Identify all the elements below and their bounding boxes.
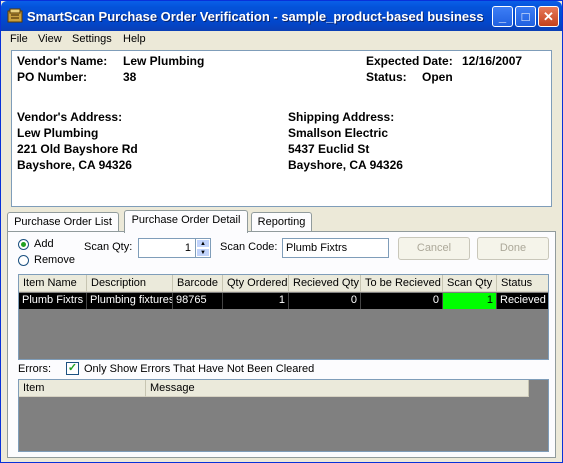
errors-grid[interactable]: Item Message xyxy=(18,379,549,452)
remove-radio-label[interactable]: Remove xyxy=(34,254,75,266)
add-radio-label[interactable]: Add xyxy=(34,238,54,250)
maximize-button[interactable]: □ xyxy=(515,6,536,27)
vendor-address-line: Lew Plumbing xyxy=(17,126,99,140)
radio-selected-dot xyxy=(21,242,26,247)
table-cell[interactable]: 1 xyxy=(223,293,289,309)
menu-help[interactable]: Help xyxy=(123,33,146,45)
column-header[interactable]: Scan Qty xyxy=(443,275,497,292)
column-header[interactable]: Barcode xyxy=(173,275,223,292)
menu-view[interactable]: View xyxy=(38,33,62,45)
table-cell-scan-qty[interactable]: 1 xyxy=(443,293,497,309)
expected-date-value: 12/16/2007 xyxy=(462,54,523,68)
vendor-address-label: Vendor's Address: xyxy=(17,110,123,124)
shipping-address-line: Smallson Electric xyxy=(288,126,389,140)
cancel-button[interactable]: Cancel xyxy=(398,237,470,260)
shipping-address-line: Bayshore, CA 94326 xyxy=(288,158,403,172)
detail-panel: Add Remove Scan Qty: 1 ▲ ▼ Scan Code: Pl… xyxy=(7,231,556,458)
tab-purchase-order-detail[interactable]: Purchase Order Detail xyxy=(124,210,248,233)
column-header[interactable]: Message xyxy=(146,380,529,397)
status-label: Status: xyxy=(366,70,407,84)
table-cell[interactable]: Plumbing fixtures xyxy=(87,293,173,309)
shipping-address-line: 5437 Euclid St xyxy=(288,142,370,156)
vendor-address-line: Bayshore, CA 94326 xyxy=(17,158,132,172)
column-header[interactable]: Item Name xyxy=(19,275,87,292)
table-cell[interactable]: 0 xyxy=(361,293,443,309)
scan-qty-spinner[interactable]: ▲ ▼ xyxy=(195,239,210,257)
window-title: SmartScan Purchase Order Verification - … xyxy=(27,9,484,24)
items-grid[interactable]: Item Name Description Barcode Qty Ordere… xyxy=(18,274,549,360)
column-header[interactable]: To be Recieved xyxy=(361,275,443,292)
menu-file[interactable]: File xyxy=(10,33,28,45)
remove-radio[interactable] xyxy=(18,255,29,266)
tab-reporting[interactable]: Reporting xyxy=(251,212,312,232)
expected-date-label: Expected Date: xyxy=(366,54,453,68)
app-window: SmartScan Purchase Order Verification - … xyxy=(0,0,563,463)
order-info-panel: Vendor's Name: Lew Plumbing PO Number: 3… xyxy=(11,50,552,207)
minimize-button[interactable]: _ xyxy=(492,6,513,27)
scan-code-label: Scan Code: xyxy=(220,241,278,253)
spin-up-icon[interactable]: ▲ xyxy=(196,239,210,248)
shipping-address-label: Shipping Address: xyxy=(288,110,395,124)
add-radio[interactable] xyxy=(18,239,29,250)
column-header[interactable]: Status xyxy=(497,275,548,292)
column-header[interactable]: Description xyxy=(87,275,173,292)
tab-purchase-order-list[interactable]: Purchase Order List xyxy=(7,212,119,232)
po-number-value: 38 xyxy=(123,70,137,84)
menu-settings[interactable]: Settings xyxy=(72,33,112,45)
errors-label: Errors: xyxy=(18,363,51,375)
column-header[interactable]: Item xyxy=(19,380,146,397)
app-icon xyxy=(7,8,23,23)
errors-filter-checkbox[interactable]: ✓ xyxy=(66,362,79,375)
vendor-name-value: Lew Plumbing xyxy=(123,54,205,68)
scan-qty-label: Scan Qty: xyxy=(84,241,133,253)
spin-down-icon[interactable]: ▼ xyxy=(196,248,210,257)
po-number-label: PO Number: xyxy=(17,70,88,84)
column-header[interactable]: Qty Ordered xyxy=(223,275,289,292)
table-cell[interactable]: 0 xyxy=(289,293,361,309)
vendor-address-line: 221 Old Bayshore Rd xyxy=(17,142,138,156)
errors-filter-label[interactable]: Only Show Errors That Have Not Been Clea… xyxy=(84,363,314,375)
table-cell[interactable]: Recieved xyxy=(497,293,548,309)
vendor-name-label: Vendor's Name: xyxy=(17,54,108,68)
menu-bar: File View Settings Help xyxy=(1,31,562,49)
done-button[interactable]: Done xyxy=(477,237,549,260)
table-cell[interactable]: 98765 xyxy=(173,293,223,309)
close-button[interactable]: ✕ xyxy=(538,6,559,27)
scan-code-input[interactable]: Plumb Fixtrs xyxy=(282,238,389,258)
title-bar[interactable]: SmartScan Purchase Order Verification - … xyxy=(1,1,562,31)
column-header[interactable]: Recieved Qty xyxy=(289,275,361,292)
table-cell[interactable]: Plumb Fixtrs xyxy=(19,293,87,309)
status-value: Open xyxy=(422,70,453,84)
